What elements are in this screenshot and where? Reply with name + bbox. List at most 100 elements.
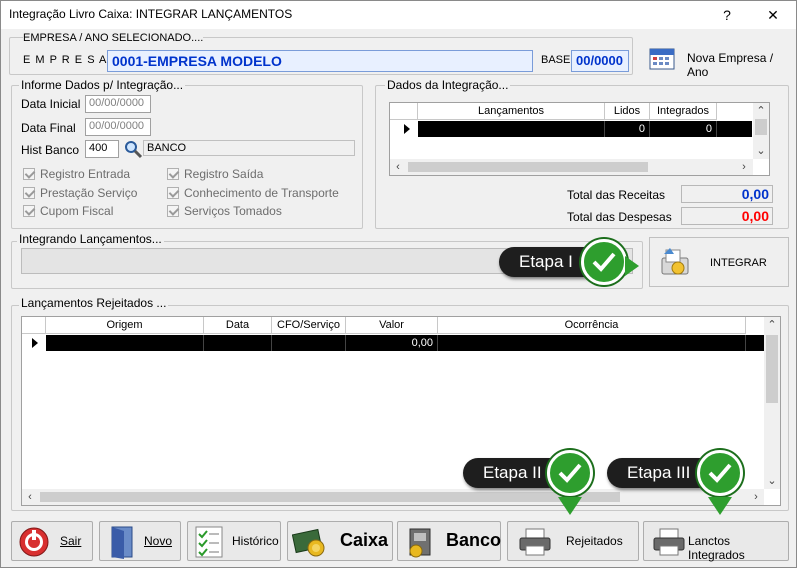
check-registro-saida[interactable]: Registro Saída — [167, 167, 263, 181]
banco-button[interactable]: Banco — [397, 521, 501, 561]
table-row[interactable]: 0 0 — [418, 121, 752, 137]
close-button[interactable]: ✕ — [753, 3, 793, 27]
grid-corner — [390, 103, 418, 120]
rejeitados-hscroll[interactable]: ‹ › — [22, 489, 764, 505]
cell-lidos: 0 — [605, 121, 650, 137]
hist-banco-field[interactable]: 400 — [85, 140, 119, 158]
data-final-label: Data Final — [21, 121, 76, 135]
cell-cfo — [272, 335, 346, 351]
row-indicator-icon — [404, 124, 410, 134]
base-label: BASE — [541, 54, 571, 66]
check-prestacao-servico[interactable]: Prestação Serviço — [23, 186, 137, 200]
col-lidos[interactable]: Lidos — [605, 103, 650, 120]
total-receitas-value: 0,00 — [681, 185, 773, 203]
title-bar: Integração Livro Caixa: INTEGRAR LANÇAME… — [1, 1, 796, 29]
cell-integrados: 0 — [650, 121, 717, 137]
novo-label: Novo — [144, 534, 173, 548]
cell-data — [204, 335, 272, 351]
novo-button[interactable]: Novo — [99, 521, 181, 561]
dados-vscroll[interactable]: ⌃ ⌄ — [753, 103, 769, 159]
scroll-right-icon[interactable]: › — [748, 489, 764, 505]
sair-button[interactable]: Sair — [11, 521, 93, 561]
empresa-header: EMPRESA / ANO SELECIONADO.... — [23, 32, 204, 44]
checkbox-icon — [23, 187, 35, 199]
check-label: Registro Entrada — [40, 167, 131, 181]
scroll-left-icon[interactable]: ‹ — [22, 489, 38, 505]
col-valor[interactable]: Valor — [346, 317, 438, 334]
col-lancamentos[interactable]: Lançamentos — [418, 103, 605, 120]
rejeitados-button[interactable]: Rejeitados — [507, 521, 639, 561]
check-servicos-tomados[interactable]: Serviços Tomados — [167, 204, 282, 218]
caixa-label: Caixa — [340, 530, 389, 550]
integrar-label: INTEGRAR — [710, 257, 767, 269]
lanctos-integrados-button[interactable]: Lanctos Integrados — [643, 521, 789, 562]
etapa-i-check-icon — [581, 239, 627, 285]
integrando-group-label: Integrando Lançamentos... — [17, 232, 164, 246]
integrar-icon — [661, 248, 689, 275]
checklist-icon — [195, 526, 223, 558]
window-title: Integração Livro Caixa: INTEGRAR LANÇAME… — [9, 7, 293, 21]
total-despesas-value: 0,00 — [681, 207, 773, 225]
scroll-down-icon[interactable]: ⌄ — [764, 473, 780, 489]
col-ocorrencia[interactable]: Ocorrência — [438, 317, 746, 334]
col-origem[interactable]: Origem — [46, 317, 204, 334]
sair-label: Sair — [60, 534, 82, 548]
caixa-button[interactable]: Caixa — [287, 521, 393, 561]
hscroll-thumb[interactable] — [40, 492, 620, 502]
base-field: 00/0000 — [571, 50, 629, 72]
check-cupom-fiscal[interactable]: Cupom Fiscal — [23, 204, 113, 218]
checkbox-icon — [23, 168, 35, 180]
historico-button[interactable]: Histórico — [187, 521, 281, 561]
calendar-icon — [649, 48, 675, 70]
check-label: Prestação Serviço — [40, 186, 138, 200]
scroll-up-icon[interactable]: ⌃ — [764, 317, 780, 333]
hscroll-thumb[interactable] — [408, 162, 648, 172]
empresa-field: 0001-EMPRESA MODELO — [107, 50, 533, 72]
integrar-button[interactable]: INTEGRAR — [649, 237, 789, 287]
dados-hscroll[interactable]: ‹ › — [390, 159, 753, 175]
hist-banco-desc: BANCO — [143, 140, 355, 156]
total-receitas-label: Total das Receitas — [567, 188, 666, 202]
informe-group-label: Informe Dados p/ Integração... — [19, 78, 186, 92]
scroll-down-icon[interactable]: ⌄ — [753, 143, 769, 159]
scroll-up-icon[interactable]: ⌃ — [753, 103, 769, 119]
check-label: Serviços Tomados — [184, 204, 282, 218]
etapa-ii-check-icon — [547, 450, 593, 496]
check-registro-entrada[interactable]: Registro Entrada — [23, 167, 130, 181]
rejeitados-vscroll[interactable]: ⌃ ⌄ — [764, 317, 780, 489]
help-button[interactable]: ? — [707, 3, 747, 27]
col-integrados[interactable]: Integrados — [650, 103, 717, 120]
cell-origem — [46, 335, 204, 351]
rejeitados-group-label: Lançamentos Rejeitados ... — [19, 296, 169, 310]
nova-empresa-button[interactable]: Nova Empresa / Ano — [647, 43, 793, 79]
data-inicial-field[interactable]: 00/00/0000 — [85, 95, 151, 113]
check-conhecimento-transporte[interactable]: Conhecimento de Transporte — [167, 186, 339, 200]
etapa-iii-label: Etapa III — [627, 463, 691, 482]
search-icon[interactable] — [123, 139, 143, 159]
table-row[interactable]: 0,00 — [46, 335, 764, 351]
checkbox-icon — [167, 205, 179, 217]
col-cfo-servico[interactable]: CFO/Serviço — [272, 317, 346, 334]
empresa-label: E M P R E S A — [23, 54, 108, 66]
scroll-left-icon[interactable]: ‹ — [390, 159, 406, 175]
scroll-right-icon[interactable]: › — [736, 159, 752, 175]
scroll-thumb[interactable] — [755, 119, 767, 135]
etapa-ii-label: Etapa II — [483, 463, 542, 482]
data-final-field[interactable]: 00/00/0000 — [85, 118, 151, 136]
total-despesas-label: Total das Despesas — [567, 210, 672, 224]
etapa-i-arrow-icon — [625, 256, 639, 276]
cell-valor: 0,00 — [346, 335, 438, 351]
data-inicial-label: Data Inicial — [21, 97, 81, 111]
row-indicator-icon — [32, 338, 38, 348]
check-label: Conhecimento de Transporte — [184, 186, 339, 200]
checkbox-icon — [167, 187, 179, 199]
money-icon — [292, 528, 325, 557]
rejeitados-label: Rejeitados — [566, 534, 623, 548]
scroll-thumb[interactable] — [766, 335, 778, 403]
printer-icon — [519, 528, 551, 556]
dados-grid[interactable]: Lançamentos Lidos Integrados 0 0 ⌃ ⌄ ‹ › — [389, 102, 770, 176]
checkbox-icon — [167, 168, 179, 180]
power-icon — [19, 527, 49, 557]
etapa-iii-check-icon — [697, 450, 743, 496]
col-data[interactable]: Data — [204, 317, 272, 334]
